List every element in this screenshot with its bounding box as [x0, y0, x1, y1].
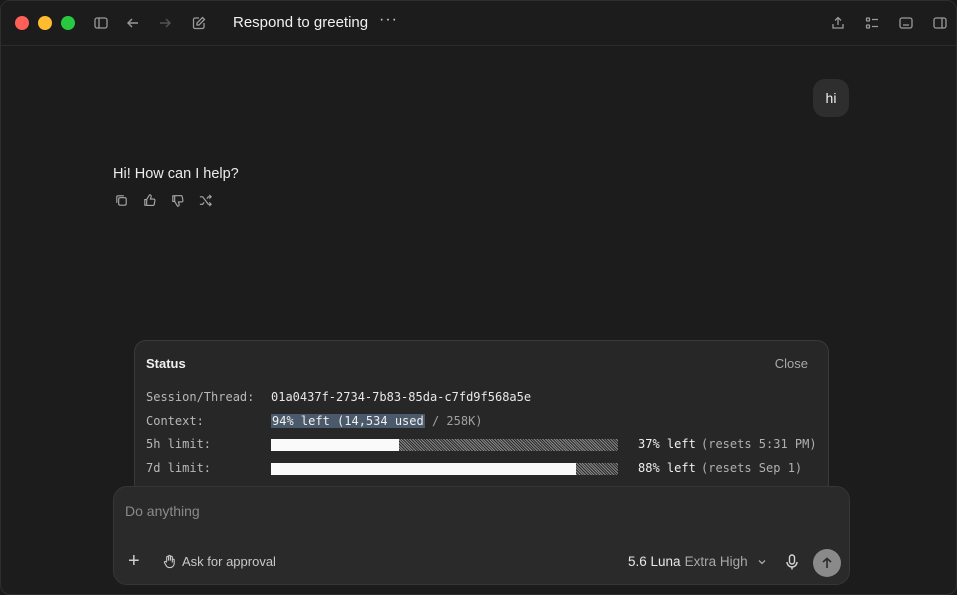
microphone-icon[interactable]	[784, 553, 800, 571]
add-attachment-icon[interactable]: +	[128, 551, 140, 571]
limit-5h-fill	[271, 439, 400, 451]
context-total: / 258K)	[424, 414, 483, 428]
limit-7d-bar	[271, 463, 618, 475]
new-chat-edit-icon[interactable]	[190, 14, 208, 32]
close-window-button[interactable]	[15, 16, 29, 30]
back-arrow-icon[interactable]	[124, 14, 142, 32]
message-actions	[114, 193, 214, 209]
right-panel-toggle-icon[interactable]	[931, 14, 949, 32]
prompt-input[interactable]	[125, 501, 725, 521]
status-panel: Status Close Session/Thread: 01a0437f-27…	[134, 340, 829, 510]
limit-5h-label: 5h limit:	[146, 437, 212, 451]
model-selector[interactable]: 5.6 Luna Extra High	[628, 554, 768, 569]
user-message-bubble: hi	[813, 79, 849, 117]
limit-5h-percent: 37% left	[638, 437, 696, 451]
share-icon[interactable]	[829, 14, 847, 32]
limit-7d-label: 7d limit:	[146, 461, 212, 475]
minimize-window-button[interactable]	[38, 16, 52, 30]
user-message-text: hi	[825, 90, 837, 106]
model-name: 5.6 Luna	[628, 554, 681, 569]
title-bar: Respond to greeting ···	[1, 1, 956, 46]
more-options-icon[interactable]: ···	[379, 11, 398, 29]
context-usage-highlight: 94% left (14,534 used	[271, 414, 425, 428]
checklist-icon[interactable]	[863, 14, 881, 32]
composer: + Ask for approval 5.6 Luna Extra High	[113, 486, 850, 585]
limit-7d-fill	[271, 463, 577, 475]
hand-icon	[163, 554, 175, 569]
status-title: Status	[146, 356, 186, 371]
limit-5h-bar	[271, 439, 618, 451]
context-label: Context:	[146, 414, 204, 428]
chevron-down-icon	[758, 559, 766, 564]
send-button[interactable]	[813, 549, 841, 577]
approval-mode-label: Ask for approval	[182, 554, 276, 569]
forward-arrow-icon[interactable]	[156, 14, 174, 32]
limit-7d-percent: 88% left	[638, 461, 696, 475]
arrow-up-icon	[822, 557, 832, 568]
limit-7d-reset: (resets Sep 1)	[701, 461, 803, 475]
branch-fork-icon[interactable]	[198, 193, 214, 209]
limit-5h-reset: (resets 5:31 PM)	[701, 437, 817, 451]
terminal-panel-icon[interactable]	[897, 14, 915, 32]
session-id: 01a0437f-2734-7b83-85da-c7fd9f568a5e	[271, 390, 532, 404]
reasoning-effort: Extra High	[684, 554, 748, 569]
copy-icon[interactable]	[114, 193, 130, 209]
context-value: 94% left (14,534 used / 258K)	[271, 414, 483, 428]
zoom-window-button[interactable]	[61, 16, 75, 30]
thumbs-up-icon[interactable]	[142, 193, 158, 209]
conversation-title: Respond to greeting	[233, 14, 369, 31]
status-close-button[interactable]: Close	[775, 356, 808, 371]
thumbs-down-icon[interactable]	[170, 193, 186, 209]
app-window: Respond to greeting ··· hi Hi! How can I…	[0, 0, 957, 595]
assistant-message-text: Hi! How can I help?	[113, 166, 239, 182]
sidebar-toggle-icon[interactable]	[92, 14, 110, 32]
approval-mode-button[interactable]: Ask for approval	[162, 554, 276, 569]
session-label: Session/Thread:	[146, 390, 255, 404]
